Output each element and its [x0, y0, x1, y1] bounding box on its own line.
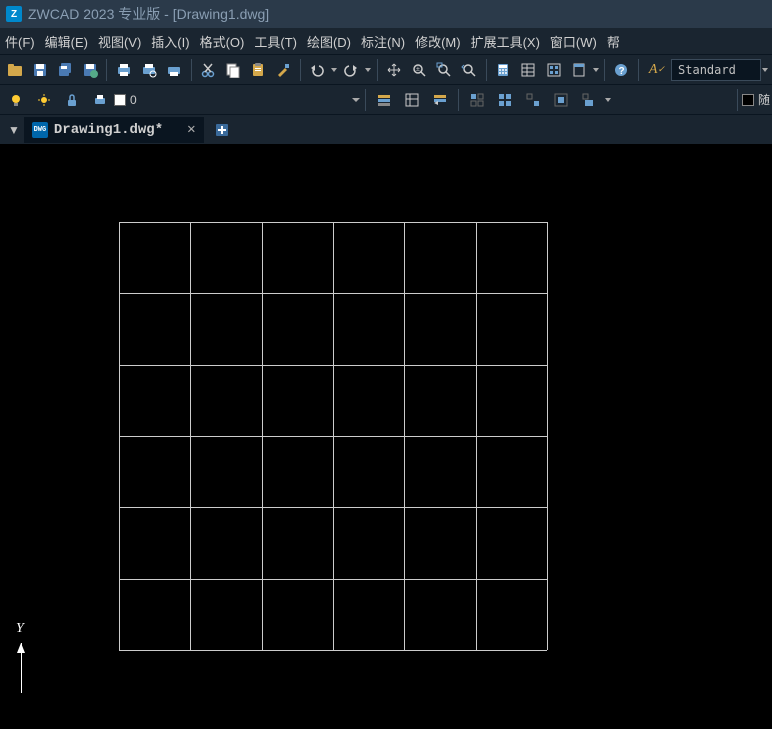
match-properties-icon[interactable]	[273, 58, 294, 82]
layer-previous-icon[interactable]	[428, 88, 452, 112]
zoom-window-icon[interactable]	[434, 58, 455, 82]
separator	[737, 89, 738, 111]
separator	[106, 59, 107, 81]
menu-insert[interactable]: 插入(I)	[146, 32, 194, 51]
zoom-previous-icon[interactable]	[459, 58, 480, 82]
layer-unisolate-icon[interactable]	[493, 88, 517, 112]
save-as-icon[interactable]	[79, 58, 100, 82]
plot-icon[interactable]	[164, 58, 185, 82]
layer-off-icon[interactable]	[549, 88, 573, 112]
layer-color-swatch[interactable]	[114, 94, 126, 106]
print-preview-icon[interactable]	[138, 58, 159, 82]
pan-icon[interactable]	[384, 58, 405, 82]
menu-tools[interactable]: 工具(T)	[249, 32, 302, 51]
dwg-icon: DWG	[32, 122, 48, 138]
separator	[458, 89, 459, 111]
ucs-indicator: Y	[16, 621, 56, 701]
toolbar-main: ± ? A✓ Standard	[0, 54, 772, 84]
paste-icon[interactable]	[248, 58, 269, 82]
calculator-icon[interactable]	[493, 58, 514, 82]
tool-palette-icon[interactable]	[568, 58, 589, 82]
svg-text:±: ±	[416, 66, 420, 73]
menu-format[interactable]: 格式(O)	[195, 32, 250, 51]
folder-icon[interactable]	[4, 58, 25, 82]
zoom-realtime-icon[interactable]: ±	[409, 58, 430, 82]
redo-dropdown-icon[interactable]	[364, 66, 373, 74]
menu-bar: 件(F) 编辑(E) 视图(V) 插入(I) 格式(O) 工具(T) 绘图(D)…	[0, 28, 772, 54]
separator	[604, 59, 605, 81]
tab-label: Drawing1.dwg*	[54, 122, 163, 138]
layer-isolate-icon[interactable]	[465, 88, 489, 112]
app-icon: Z	[6, 6, 22, 22]
drawing-canvas[interactable]: Y	[0, 144, 772, 729]
menu-extension[interactable]: 扩展工具(X)	[466, 32, 545, 51]
menu-edit[interactable]: 编辑(E)	[40, 32, 93, 51]
menu-draw[interactable]: 绘图(D)	[302, 32, 356, 51]
menu-annotate[interactable]: 标注(N)	[356, 32, 410, 51]
design-center-icon[interactable]	[543, 58, 564, 82]
color-swatch-black[interactable]	[742, 94, 754, 106]
layer-bulb-icon[interactable]	[4, 88, 28, 112]
tab-close-icon[interactable]: ✕	[187, 121, 195, 138]
separator	[486, 59, 487, 81]
separator	[377, 59, 378, 81]
menu-view[interactable]: 视图(V)	[93, 32, 146, 51]
separator	[300, 59, 301, 81]
bylayer-label: 随	[758, 91, 770, 108]
menu-modify[interactable]: 修改(M)	[410, 32, 466, 51]
toolbar-layer: 0 随	[0, 84, 772, 114]
palette-dropdown-icon[interactable]	[591, 66, 600, 74]
separator	[365, 89, 366, 111]
separator	[638, 59, 639, 81]
layer-lock-tool-icon[interactable]	[577, 88, 601, 112]
layer-sun-icon[interactable]	[32, 88, 56, 112]
cut-icon[interactable]	[198, 58, 219, 82]
redo-icon[interactable]	[341, 58, 362, 82]
layer-lock-icon[interactable]	[60, 88, 84, 112]
ucs-y-label: Y	[16, 621, 24, 637]
drawing-grid	[119, 222, 547, 650]
layer-tools-dropdown-icon[interactable]	[603, 96, 613, 104]
text-style-icon[interactable]: A✓	[645, 58, 669, 82]
menu-file[interactable]: 件(F)	[0, 32, 40, 51]
layer-name: 0	[130, 93, 137, 107]
window-title: ZWCAD 2023 专业版 - [Drawing1.dwg]	[28, 4, 269, 24]
layer-manager-icon[interactable]	[372, 88, 396, 112]
layer-states-icon[interactable]	[400, 88, 424, 112]
layer-freeze-icon[interactable]	[521, 88, 545, 112]
text-style-select[interactable]: Standard	[671, 59, 761, 81]
tabs-dropdown-icon[interactable]: ▼	[4, 123, 24, 137]
tab-drawing1[interactable]: DWG Drawing1.dwg* ✕	[24, 117, 204, 143]
layer-plot-icon[interactable]	[88, 88, 112, 112]
layer-dropdown-icon[interactable]	[351, 95, 361, 105]
style-value: Standard	[678, 63, 736, 77]
help-icon[interactable]: ?	[611, 58, 632, 82]
ucs-y-arrow-icon	[21, 643, 22, 693]
undo-icon[interactable]	[307, 58, 328, 82]
menu-window[interactable]: 窗口(W)	[545, 32, 602, 51]
title-bar: Z ZWCAD 2023 专业版 - [Drawing1.dwg]	[0, 0, 772, 28]
svg-text:?: ?	[619, 66, 625, 77]
menu-help[interactable]: 帮	[602, 32, 625, 51]
new-tab-button[interactable]	[210, 118, 234, 142]
properties-icon[interactable]	[518, 58, 539, 82]
save-icon[interactable]	[29, 58, 50, 82]
copy-icon[interactable]	[223, 58, 244, 82]
print-icon[interactable]	[113, 58, 134, 82]
separator	[191, 59, 192, 81]
style-dropdown-icon[interactable]	[761, 66, 770, 74]
save-all-icon[interactable]	[54, 58, 75, 82]
document-tabs: ▼ DWG Drawing1.dwg* ✕	[0, 114, 772, 144]
undo-dropdown-icon[interactable]	[330, 66, 339, 74]
